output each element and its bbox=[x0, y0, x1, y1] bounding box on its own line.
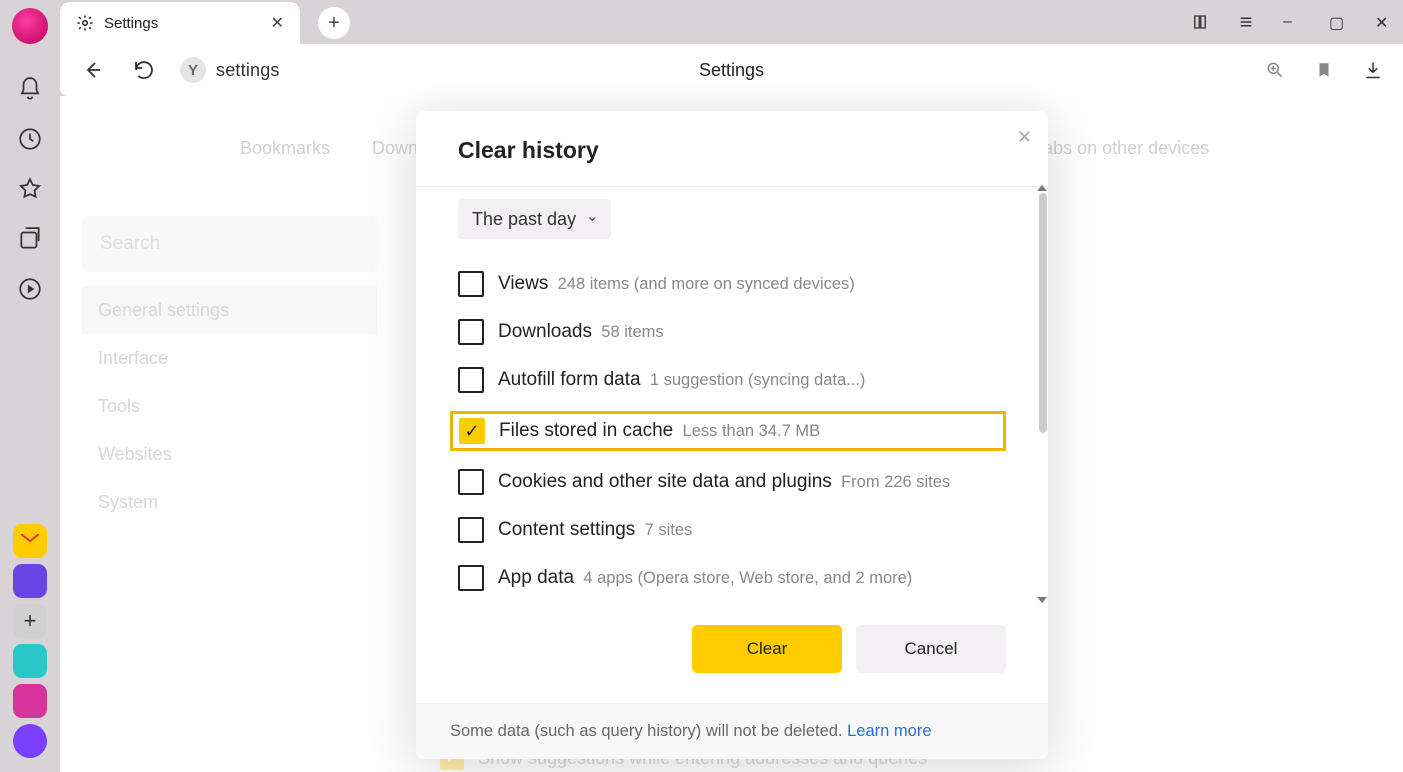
history-icon[interactable] bbox=[17, 126, 43, 152]
modal-footer: Some data (such as query history) will n… bbox=[416, 703, 1048, 759]
reading-mode-icon[interactable] bbox=[1191, 13, 1209, 31]
item-cache[interactable]: ✓ Files stored in cache Less than 34.7 M… bbox=[450, 411, 1006, 451]
minimize-button[interactable]: – bbox=[1283, 13, 1301, 31]
item-cookies[interactable]: Cookies and other site data and plugins … bbox=[458, 465, 1006, 499]
add-app-button[interactable]: + bbox=[13, 604, 47, 638]
collections-icon[interactable] bbox=[17, 226, 43, 252]
clear-items-list: Views 248 items (and more on synced devi… bbox=[458, 267, 1006, 595]
app-service-3[interactable] bbox=[13, 684, 47, 718]
item-app-data[interactable]: App data 4 apps (Opera store, Web store,… bbox=[458, 561, 1006, 595]
modal-close-button[interactable]: ✕ bbox=[1017, 127, 1032, 148]
checkbox-views[interactable] bbox=[458, 271, 484, 297]
assistant-icon[interactable] bbox=[13, 724, 47, 758]
checkbox-autofill[interactable] bbox=[458, 367, 484, 393]
scroll-up-arrow[interactable] bbox=[1037, 185, 1047, 191]
item-autofill[interactable]: Autofill form data 1 suggestion (syncing… bbox=[458, 363, 1006, 397]
reload-icon[interactable] bbox=[132, 58, 156, 82]
app-mail[interactable] bbox=[13, 524, 47, 558]
left-sidebar: + bbox=[0, 0, 60, 772]
cancel-button[interactable]: Cancel bbox=[856, 625, 1006, 673]
star-icon[interactable] bbox=[17, 176, 43, 202]
close-tab-icon[interactable]: ✕ bbox=[271, 13, 284, 33]
tab-settings[interactable]: Settings ✕ bbox=[60, 2, 300, 44]
bell-icon[interactable] bbox=[17, 76, 43, 102]
close-window-button[interactable]: ✕ bbox=[1375, 13, 1393, 31]
item-downloads[interactable]: Downloads 58 items bbox=[458, 315, 1006, 349]
learn-more-link[interactable]: Learn more bbox=[847, 722, 931, 740]
checkbox-cache[interactable]: ✓ bbox=[459, 418, 485, 444]
app-service-1[interactable] bbox=[13, 564, 47, 598]
item-content-settings[interactable]: Content settings 7 sites bbox=[458, 513, 1006, 547]
play-icon[interactable] bbox=[17, 276, 43, 302]
menu-icon[interactable] bbox=[1237, 13, 1255, 31]
time-range-select[interactable]: The past day bbox=[458, 199, 611, 239]
checkbox-appdata[interactable] bbox=[458, 565, 484, 591]
checkbox-cookies[interactable] bbox=[458, 469, 484, 495]
bookmark-icon[interactable] bbox=[1315, 60, 1333, 80]
checkbox-downloads[interactable] bbox=[458, 319, 484, 345]
modal-scrollbar[interactable] bbox=[1036, 187, 1048, 601]
back-icon[interactable] bbox=[80, 58, 104, 82]
clear-history-modal: Clear history ✕ The past day Views 248 i… bbox=[416, 111, 1048, 759]
tab-title: Settings bbox=[104, 15, 158, 32]
site-identity-icon[interactable]: Y bbox=[180, 57, 206, 83]
checkbox-content[interactable] bbox=[458, 517, 484, 543]
download-icon[interactable] bbox=[1363, 60, 1383, 80]
profile-avatar[interactable] bbox=[12, 8, 48, 44]
item-views[interactable]: Views 248 items (and more on synced devi… bbox=[458, 267, 1006, 301]
window-controls: – ▢ ✕ bbox=[1191, 0, 1393, 44]
scroll-down-arrow[interactable] bbox=[1037, 597, 1047, 603]
settings-content: Bookmarks Downlo Tabs on other devices S… bbox=[60, 96, 1403, 772]
app-tiles: + bbox=[10, 524, 50, 758]
gear-icon bbox=[76, 14, 94, 32]
maximize-button[interactable]: ▢ bbox=[1329, 13, 1347, 31]
new-tab-button[interactable]: + bbox=[318, 7, 350, 39]
modal-title: Clear history bbox=[458, 137, 599, 163]
scroll-thumb[interactable] bbox=[1039, 193, 1047, 433]
clear-button[interactable]: Clear bbox=[692, 625, 842, 673]
address-text[interactable]: settings bbox=[216, 60, 280, 81]
app-service-2[interactable] bbox=[13, 644, 47, 678]
zoom-icon[interactable] bbox=[1265, 60, 1285, 80]
footer-text: Some data (such as query history) will n… bbox=[450, 722, 847, 740]
address-bar: Y settings Settings bbox=[60, 44, 1403, 96]
